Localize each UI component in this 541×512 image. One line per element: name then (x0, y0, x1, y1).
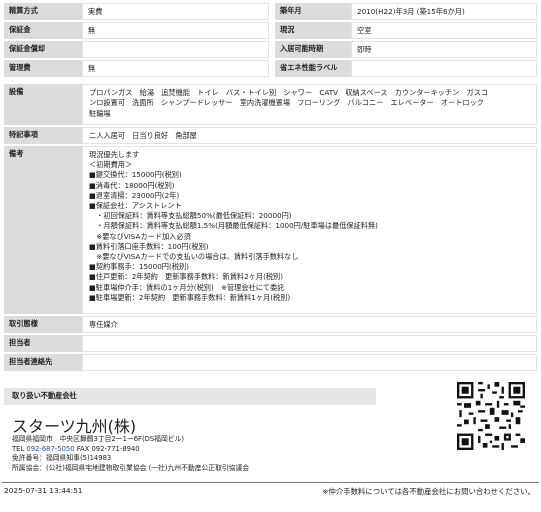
notes-section: 備考 現況優先します ＜初期費用＞ ■鍵交換代：15000円(税別) ■消毒代：… (4, 146, 537, 314)
notes-line: ■住戸更新：2年契約 更新事務手数料：新賃料2ヶ月(税別) (89, 272, 284, 282)
transaction-label: 取引態様 (4, 316, 82, 333)
detail-row: 管理費 無 省エネ性能ラベル (4, 60, 537, 77)
detail-row: 保証金償却 入居可能時期 即時 (4, 41, 537, 58)
management-fee-label: 管理費 (4, 60, 82, 77)
notes-line: ※要なびVISAカードでの支払いの場合は、賃料引落手数料なし (89, 252, 299, 262)
tel-link[interactable]: 092-687-5050 (26, 445, 74, 453)
equipment-line: 駐輪場 (89, 108, 111, 118)
settlement-label: 精算方式 (4, 3, 82, 20)
staff-contact-section: 担当者連絡先 (4, 354, 537, 371)
notes-line: ・月額保証料：賃料等支払総額1.5%(月額最低保証料：1000円/駐車場は最低保… (89, 221, 378, 231)
transaction-value: 専任媒介 (82, 316, 537, 333)
footer-divider (2, 482, 539, 483)
qr-code-icon (457, 382, 525, 450)
status-label: 現況 (275, 22, 351, 39)
license-number: 免許番号：福岡県知事(5)14983 (12, 454, 112, 463)
notes-line: ■駐車場仲介手：賃料の1ヶ月分(税別) ※管理会社にて委託 (89, 282, 285, 292)
company-info: 福岡県福岡市 中央区舞鶴3丁目2ー1ー6F(DS福岡ビル) TEL 092-68… (12, 435, 249, 473)
fax-text: FAX 092-771-8940 (74, 444, 140, 453)
deposit-amortization-label: 保証金償却 (4, 41, 82, 58)
detail-row: 保証金 無 現況 空室 (4, 22, 537, 39)
company-contact: TEL 092-687-5050 FAX 092-771-8940 (12, 445, 249, 455)
features-section: 特記事項 二人入居可 日当り良好 角部屋 (4, 127, 537, 144)
company-address: 福岡県福岡市 中央区舞鶴3丁目2ー1ー6F(DS福岡ビル) (12, 435, 184, 443)
notes-line: ■保証会社：アシストレント (89, 201, 182, 211)
energy-label-value (351, 60, 537, 77)
deposit-value: 無 (82, 22, 269, 39)
staff-label: 担当者 (4, 335, 82, 352)
staff-value (82, 335, 537, 352)
transaction-section: 取引態様 専任媒介 (4, 316, 537, 333)
features-label: 特記事項 (4, 127, 82, 144)
built-date-label: 築年月 (275, 3, 351, 20)
equipment-section: 設備 プロパンガス 給湯 追焚機能 トイレ バス・トイレ別 シャワー CATV … (4, 84, 537, 125)
equipment-label: 設備 (4, 84, 82, 125)
staff-contact-label: 担当者連絡先 (4, 354, 82, 371)
equipment-line: ンロ設置可 洗面所 シャンプードレッサー 室内洗濯機置場 フローリング バルコニ… (89, 98, 484, 108)
built-date-value: 2010(H22)年3月 (築15年6か月) (351, 3, 537, 20)
notes-line: ※要なびVISAカード加入必須 (89, 231, 191, 241)
equipment-value: プロパンガス 給湯 追焚機能 トイレ バス・トイレ別 シャワー CATV 収納ス… (82, 84, 537, 125)
notes-line: ■賃料引落口座手数料：100円(税別) (89, 241, 209, 251)
notes-value: 現況優先します ＜初期費用＞ ■鍵交換代：15000円(税別) ■消毒代：180… (82, 146, 537, 314)
notes-line: ■退室清掃：23000円(2年) (89, 190, 180, 200)
staff-contact-value (82, 354, 537, 371)
features-value: 二人入居可 日当り良好 角部屋 (82, 127, 537, 144)
detail-row: 精算方式 実費 築年月 2010(H22)年3月 (築15年6か月) (4, 3, 537, 20)
equipment-line: プロパンガス 給湯 追焚機能 トイレ バス・トイレ別 シャワー CATV 収納ス… (89, 88, 489, 97)
tel-prefix: TEL (12, 444, 27, 453)
notes-label: 備考 (4, 146, 82, 314)
staff-section: 担当者 (4, 335, 537, 352)
notes-line: ・初回保証料：賃料等支払総額50%(最低保証料：20000円) (89, 211, 292, 221)
print-datetime: 2025-07-31 13:44:51 (4, 486, 83, 495)
notes-line: ■駐車場更新：2年契約 更新事務手数料：新賃料1ヶ月(税別) (89, 292, 291, 302)
energy-label-label: 省エネ性能ラベル (275, 60, 351, 77)
footer-note: ※仲介手数料については各不動産会社にお問い合わせください。 (322, 487, 535, 496)
notes-line: ■鍵交換代：15000円(税別) (89, 170, 182, 180)
association: 所属協会：(公社)福岡県宅地建物取引業協会 (一社)九州不動産公正取引協議会 (12, 463, 250, 472)
move-in-label: 入居可能時期 (275, 41, 351, 58)
company-heading: 取り扱い不動産会社 (4, 388, 376, 405)
company-name: スターツ九州(株) (12, 417, 137, 436)
status-value: 空室 (351, 22, 537, 39)
notes-line: ＜初期費用＞ (89, 160, 133, 170)
settlement-value: 実費 (82, 3, 269, 20)
management-fee-value: 無 (82, 60, 269, 77)
deposit-amortization-value (82, 41, 269, 58)
notes-line: ■契約事務手：15000円(税別) (89, 262, 189, 272)
notes-line: 現況優先します (89, 150, 140, 159)
notes-line: ■消毒代：18000円(税別) (89, 180, 175, 190)
move-in-value: 即時 (351, 41, 537, 58)
property-details: 精算方式 実費 築年月 2010(H22)年3月 (築15年6か月) 保証金 無… (4, 3, 537, 373)
deposit-label: 保証金 (4, 22, 82, 39)
